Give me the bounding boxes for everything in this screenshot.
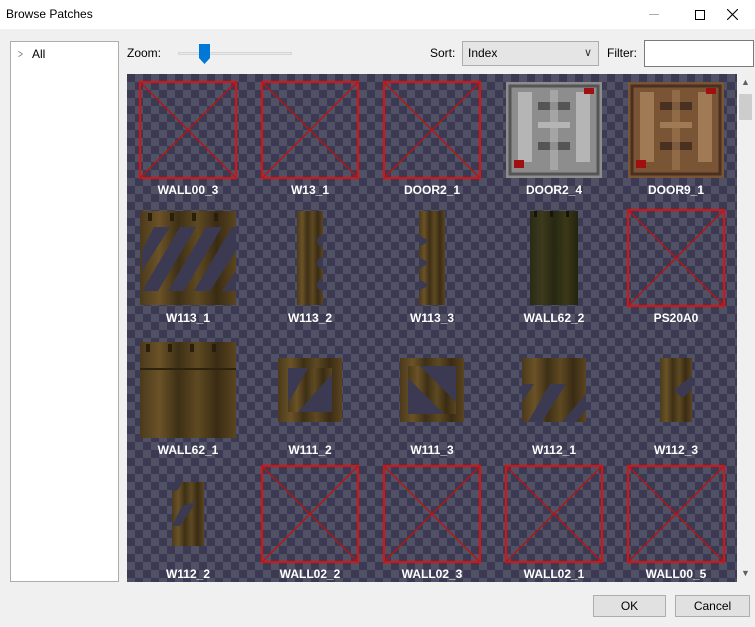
patch-label: DOOR2_4 <box>525 183 583 197</box>
patch-tile[interactable]: W112_3 <box>615 338 737 466</box>
patch-label: W112_1 <box>531 443 577 457</box>
slider-thumb[interactable] <box>199 44 210 64</box>
patch-label: PS20A0 <box>653 311 699 325</box>
patch-label: W111_3 <box>410 443 454 457</box>
tree-item-all[interactable]: > All <box>17 47 45 61</box>
patch-tile[interactable]: W111_3 <box>371 338 493 466</box>
window-title: Browse Patches <box>6 7 93 21</box>
patch-tile[interactable]: W111_2 <box>249 338 371 466</box>
patch-label: W113_3 <box>409 311 455 325</box>
sort-select[interactable]: Index ∨ <box>462 41 599 66</box>
slider-track <box>178 52 292 55</box>
patch-label: WALL02_1 <box>523 567 585 581</box>
patch-thumbnail <box>493 78 615 182</box>
patch-tile[interactable]: W113_3 <box>371 206 493 334</box>
patch-label: DOOR9_1 <box>647 183 705 197</box>
patch-tile[interactable]: WALL62_1 <box>127 338 249 466</box>
minimize-icon <box>649 14 659 15</box>
patch-tile[interactable]: W113_1 <box>127 206 249 334</box>
chevron-right-icon[interactable]: > <box>18 47 23 61</box>
patch-tile[interactable]: WALL02_1 <box>493 462 615 582</box>
category-tree[interactable]: > All <box>10 41 119 582</box>
patch-label: WALL02_3 <box>401 567 463 581</box>
patch-thumbnail <box>371 338 493 442</box>
patch-thumbnail <box>127 462 249 566</box>
patch-label: DOOR2_1 <box>403 183 461 197</box>
close-icon <box>726 9 738 20</box>
patch-tile[interactable]: WALL00_5 <box>615 462 737 582</box>
patch-thumbnail <box>371 206 493 310</box>
patch-grid[interactable]: WALL00_3 W13_1 DOOR2_1 DOOR2_4 DOOR9_1 W113_1… <box>127 74 737 582</box>
missing-image-icon <box>249 78 371 182</box>
patch-thumbnail <box>493 206 615 310</box>
patch-tile[interactable]: WALL00_3 <box>127 78 249 206</box>
missing-image-icon <box>493 462 615 566</box>
sort-label: Sort: <box>430 46 456 60</box>
patch-label: W112_3 <box>653 443 699 457</box>
patch-thumbnail <box>615 338 737 442</box>
missing-image-icon <box>127 78 249 182</box>
patch-tile[interactable]: PS20A0 <box>615 206 737 334</box>
patch-label: W111_2 <box>288 443 332 457</box>
patch-thumbnail <box>615 78 737 182</box>
missing-image-icon <box>371 462 493 566</box>
patch-label: WALL62_2 <box>523 311 585 325</box>
patch-tile[interactable]: W113_2 <box>249 206 371 334</box>
patch-tile[interactable]: WALL62_2 <box>493 206 615 334</box>
patch-tile[interactable]: W112_2 <box>127 462 249 582</box>
patch-tile[interactable]: DOOR9_1 <box>615 78 737 206</box>
patch-thumbnail <box>249 206 371 310</box>
patch-label: W112_2 <box>165 567 211 581</box>
patch-label: WALL00_5 <box>645 567 707 581</box>
missing-image-icon <box>249 462 371 566</box>
maximize-icon <box>695 9 705 20</box>
cancel-button[interactable]: Cancel <box>675 595 750 617</box>
zoom-label: Zoom: <box>127 46 162 60</box>
filter-label: Filter: <box>607 46 637 60</box>
patch-label: WALL62_1 <box>157 443 219 457</box>
ok-button[interactable]: OK <box>593 595 666 617</box>
filter-input[interactable] <box>644 40 754 67</box>
missing-image-icon <box>615 462 737 566</box>
sort-value: Index <box>468 46 498 60</box>
close-button[interactable] <box>709 0 755 29</box>
scroll-down-icon[interactable]: ▼ <box>741 568 750 578</box>
patch-label: W13_1 <box>290 183 330 197</box>
patch-tile[interactable]: W112_1 <box>493 338 615 466</box>
tree-item-label: All <box>32 47 46 61</box>
vertical-scrollbar[interactable]: ▲ ▼ <box>737 74 754 582</box>
patch-tile[interactable]: WALL02_2 <box>249 462 371 582</box>
zoom-slider[interactable] <box>178 44 292 64</box>
patch-thumbnail <box>127 338 249 442</box>
scrollbar-thumb[interactable] <box>739 94 752 120</box>
patch-thumbnail <box>493 338 615 442</box>
patch-thumbnail <box>127 206 249 310</box>
patch-label: WALL02_2 <box>279 567 341 581</box>
patch-label: WALL00_3 <box>157 183 219 197</box>
missing-image-icon <box>371 78 493 182</box>
patch-tile[interactable]: WALL02_3 <box>371 462 493 582</box>
patch-thumbnail <box>249 338 371 442</box>
title-bar: Browse Patches <box>0 0 755 29</box>
missing-image-icon <box>615 206 737 310</box>
scroll-up-icon[interactable]: ▲ <box>741 77 750 87</box>
patch-tile[interactable]: W13_1 <box>249 78 371 206</box>
patch-label: W113_1 <box>165 311 211 325</box>
patch-label: W113_2 <box>287 311 333 325</box>
minimize-button[interactable] <box>631 0 677 29</box>
chevron-down-icon: ∨ <box>583 47 592 59</box>
patch-tile[interactable]: DOOR2_4 <box>493 78 615 206</box>
patch-tile[interactable]: DOOR2_1 <box>371 78 493 206</box>
